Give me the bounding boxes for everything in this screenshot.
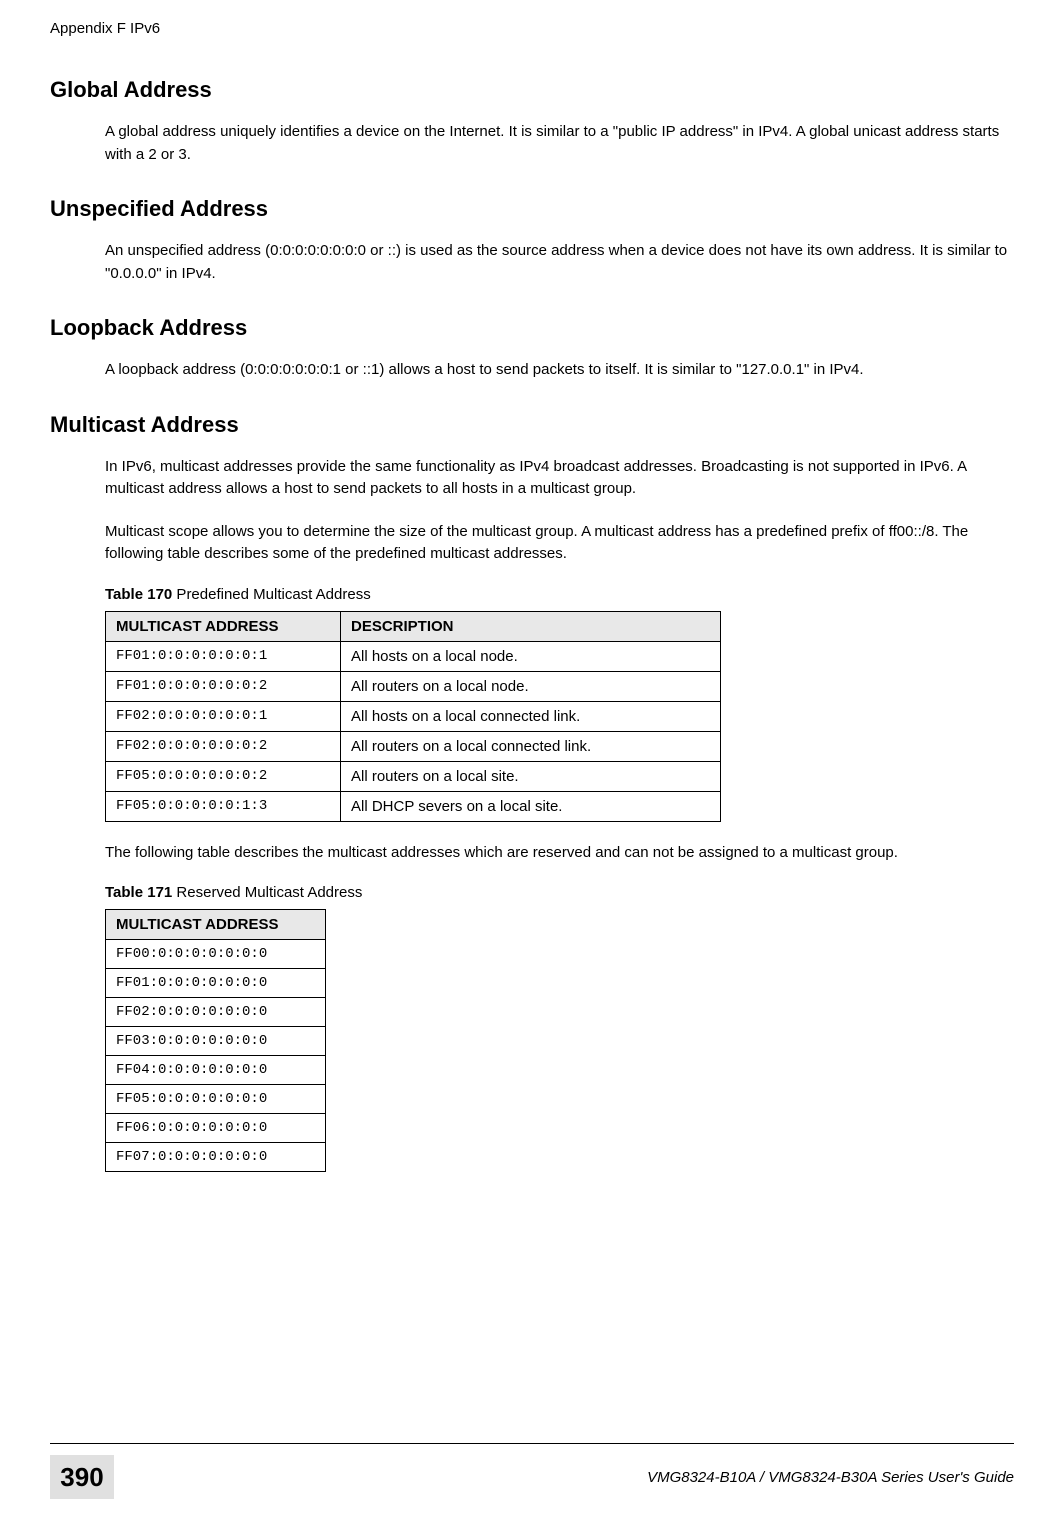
body-multicast-3: The following table describes the multic…: [105, 842, 1014, 865]
cell-address: FF02:0:0:0:0:0:0:1: [106, 701, 341, 731]
body-multicast-1: In IPv6, multicast addresses provide the…: [105, 456, 1014, 501]
table-170: MULTICAST ADDRESS DESCRIPTION FF01:0:0:0…: [105, 611, 721, 822]
cell-address: FF05:0:0:0:0:0:0:2: [106, 761, 341, 791]
table-171-label: Table 171 Reserved Multicast Address: [105, 884, 1014, 901]
cell-address: FF01:0:0:0:0:0:0:1: [106, 641, 341, 671]
footer-divider: [50, 1443, 1014, 1444]
body-loopback: A loopback address (0:0:0:0:0:0:0:1 or :…: [105, 359, 1014, 382]
body-unspecified: An unspecified address (0:0:0:0:0:0:0:0 …: [105, 240, 1014, 285]
table-row: FF06:0:0:0:0:0:0:0: [106, 1114, 326, 1143]
table-row: FF02:0:0:0:0:0:0:2All routers on a local…: [106, 731, 721, 761]
cell-address: FF02:0:0:0:0:0:0:0: [106, 998, 326, 1027]
table-171: MULTICAST ADDRESS FF00:0:0:0:0:0:0:0 FF0…: [105, 909, 326, 1172]
section-heading-multicast: Multicast Address: [50, 412, 1014, 438]
body-multicast-2: Multicast scope allows you to determine …: [105, 521, 1014, 566]
cell-address: FF04:0:0:0:0:0:0:0: [106, 1056, 326, 1085]
table-171-label-bold: Table 171: [105, 884, 172, 901]
table-170-label-bold: Table 170: [105, 586, 172, 603]
table-row: FF03:0:0:0:0:0:0:0: [106, 1027, 326, 1056]
table-row: FF07:0:0:0:0:0:0:0: [106, 1143, 326, 1172]
table-row: FF05:0:0:0:0:0:0:2All routers on a local…: [106, 761, 721, 791]
cell-address: FF05:0:0:0:0:0:1:3: [106, 791, 341, 821]
table-170-header-description: DESCRIPTION: [341, 611, 721, 641]
cell-address: FF05:0:0:0:0:0:0:0: [106, 1085, 326, 1114]
table-170-label: Table 170 Predefined Multicast Address: [105, 586, 1014, 603]
cell-description: All DHCP severs on a local site.: [341, 791, 721, 821]
table-row: FF04:0:0:0:0:0:0:0: [106, 1056, 326, 1085]
table-171-label-rest: Reserved Multicast Address: [172, 884, 362, 901]
table-171-header: MULTICAST ADDRESS: [106, 910, 326, 940]
page-number: 390: [50, 1455, 114, 1499]
cell-address: FF01:0:0:0:0:0:0:0: [106, 969, 326, 998]
table-row: FF01:0:0:0:0:0:0:0: [106, 969, 326, 998]
cell-address: FF01:0:0:0:0:0:0:2: [106, 671, 341, 701]
table-170-body: FF01:0:0:0:0:0:0:1All hosts on a local n…: [106, 641, 721, 821]
table-row: FF00:0:0:0:0:0:0:0: [106, 940, 326, 969]
cell-description: All hosts on a local node.: [341, 641, 721, 671]
cell-address: FF07:0:0:0:0:0:0:0: [106, 1143, 326, 1172]
table-171-body: FF00:0:0:0:0:0:0:0 FF01:0:0:0:0:0:0:0 FF…: [106, 940, 326, 1172]
cell-address: FF03:0:0:0:0:0:0:0: [106, 1027, 326, 1056]
section-heading-loopback: Loopback Address: [50, 315, 1014, 341]
cell-description: All routers on a local connected link.: [341, 731, 721, 761]
table-row: FF05:0:0:0:0:0:1:3All DHCP severs on a l…: [106, 791, 721, 821]
cell-address: FF02:0:0:0:0:0:0:2: [106, 731, 341, 761]
section-heading-unspecified: Unspecified Address: [50, 196, 1014, 222]
table-row: FF02:0:0:0:0:0:0:0: [106, 998, 326, 1027]
footer-guide-title: VMG8324-B10A / VMG8324-B30A Series User'…: [114, 1469, 1014, 1486]
cell-description: All hosts on a local connected link.: [341, 701, 721, 731]
table-row: FF01:0:0:0:0:0:0:1All hosts on a local n…: [106, 641, 721, 671]
body-global: A global address uniquely identifies a d…: [105, 121, 1014, 166]
section-heading-global: Global Address: [50, 77, 1014, 103]
table-170-header-address: MULTICAST ADDRESS: [106, 611, 341, 641]
table-row: FF01:0:0:0:0:0:0:2All routers on a local…: [106, 671, 721, 701]
cell-description: All routers on a local node.: [341, 671, 721, 701]
cell-address: FF00:0:0:0:0:0:0:0: [106, 940, 326, 969]
table-row: FF02:0:0:0:0:0:0:1All hosts on a local c…: [106, 701, 721, 731]
table-170-label-rest: Predefined Multicast Address: [172, 586, 370, 603]
cell-address: FF06:0:0:0:0:0:0:0: [106, 1114, 326, 1143]
table-row: FF05:0:0:0:0:0:0:0: [106, 1085, 326, 1114]
cell-description: All routers on a local site.: [341, 761, 721, 791]
page-header-left: Appendix F IPv6: [50, 0, 1014, 47]
